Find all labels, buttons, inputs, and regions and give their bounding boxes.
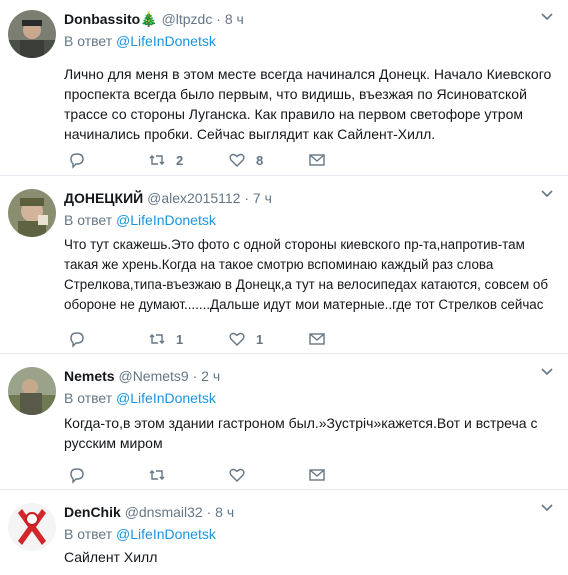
like-button[interactable]: 1: [228, 330, 308, 348]
dm-button[interactable]: [308, 151, 388, 169]
reply-context: В ответ @LifeInDonetsk: [64, 32, 552, 50]
tweet-content: DenChik @dnsmail32 · 8 ч В ответ @LifeIn…: [64, 503, 552, 567]
retweet-button[interactable]: 2: [148, 151, 228, 169]
like-button[interactable]: 8: [228, 151, 308, 169]
retweet-button[interactable]: 1: [148, 330, 228, 348]
like-icon: [229, 468, 245, 482]
retweet-button[interactable]: [148, 466, 228, 484]
tweet-actions: 1 1: [68, 329, 388, 349]
reply-button[interactable]: [68, 151, 148, 169]
timestamp[interactable]: 8 ч: [215, 504, 234, 520]
timestamp[interactable]: 8 ч: [225, 11, 244, 27]
reply-context: В ответ @LifeInDonetsk: [64, 525, 552, 543]
separator: ·: [244, 190, 250, 206]
tweet-text: Что тут скажешь.Это фото с одной стороны…: [64, 237, 549, 312]
tweet-header: Nemets @Nemets9 · 2 ч: [64, 367, 552, 385]
display-name[interactable]: DenChik: [64, 504, 121, 520]
like-count: 8: [256, 152, 264, 168]
like-icon: [229, 153, 245, 167]
display-name[interactable]: Donbassito🎄: [64, 11, 158, 27]
retweet-icon: [149, 155, 165, 165]
avatar[interactable]: [8, 189, 56, 237]
reply-prefix: В ответ: [64, 390, 113, 406]
avatar[interactable]: [8, 10, 56, 58]
timestamp[interactable]: 2 ч: [201, 368, 220, 384]
retweet-count: 1: [176, 331, 184, 347]
tweet-header: Donbassito🎄 @ltpzdc · 8 ч: [64, 10, 552, 28]
dm-button[interactable]: [308, 466, 388, 484]
reply-context: В ответ @LifeInDonetsk: [64, 389, 552, 407]
display-name[interactable]: ДОНЕЦКИЙ: [64, 190, 143, 206]
dm-icon: [309, 154, 325, 166]
reply-icon: [70, 153, 84, 169]
tweet-actions: [68, 465, 388, 485]
reply-to-link[interactable]: @LifeInDonetsk: [116, 33, 216, 49]
reply-button[interactable]: [68, 330, 148, 348]
reply-prefix: В ответ: [64, 212, 113, 228]
reply-prefix: В ответ: [64, 526, 113, 542]
reply-to-link[interactable]: @LifeInDonetsk: [116, 212, 216, 228]
timestamp[interactable]: 7 ч: [253, 190, 272, 206]
tweet[interactable]: Nemets @Nemets9 · 2 ч В ответ @LifeInDon…: [0, 355, 568, 490]
tweet-header: DenChik @dnsmail32 · 8 ч: [64, 503, 552, 521]
dm-icon: [309, 333, 325, 345]
avatar[interactable]: [8, 503, 56, 551]
user-handle[interactable]: @dnsmail32: [125, 504, 203, 520]
separator: ·: [192, 368, 198, 384]
tweet-text: Когда-то,в этом здании гастроном был.»Зу…: [64, 415, 538, 451]
tweet-text: Сайлент Хилл: [64, 549, 158, 565]
tweet-actions: 2 8: [68, 150, 388, 170]
reply-prefix: В ответ: [64, 33, 113, 49]
user-handle[interactable]: @Nemets9: [118, 368, 188, 384]
reply-icon: [70, 468, 84, 484]
reply-button[interactable]: [68, 466, 148, 484]
user-handle[interactable]: @ltpzdc: [162, 11, 213, 27]
reply-context: В ответ @LifeInDonetsk: [64, 211, 552, 229]
tweet-text: Лично для меня в этом месте всегда начин…: [64, 66, 552, 142]
tweet[interactable]: DenChik @dnsmail32 · 8 ч В ответ @LifeIn…: [0, 491, 568, 575]
like-icon: [229, 332, 245, 346]
avatar[interactable]: [8, 367, 56, 415]
tweet-header: ДОНЕЦКИЙ @alex2015112 · 7 ч: [64, 189, 552, 207]
tweet[interactable]: ДОНЕЦКИЙ @alex2015112 · 7 ч В ответ @Lif…: [0, 177, 568, 354]
tweet-content: ДОНЕЦКИЙ @alex2015112 · 7 ч В ответ @Lif…: [64, 189, 552, 315]
reply-icon: [70, 332, 84, 348]
like-count: 1: [256, 331, 264, 347]
separator: ·: [216, 11, 221, 27]
reply-to-link[interactable]: @LifeInDonetsk: [116, 390, 216, 406]
retweet-icon: [149, 334, 165, 344]
dm-button[interactable]: [308, 330, 388, 348]
dm-icon: [309, 469, 325, 481]
like-button[interactable]: [228, 466, 308, 484]
tweet-content: Nemets @Nemets9 · 2 ч В ответ @LifeInDon…: [64, 367, 552, 453]
display-name[interactable]: Nemets: [64, 368, 115, 384]
reply-to-link[interactable]: @LifeInDonetsk: [116, 526, 216, 542]
tweet-content: Donbassito🎄 @ltpzdc · 8 ч В ответ @LifeI…: [64, 10, 552, 144]
retweet-count: 2: [176, 152, 184, 168]
separator: ·: [206, 504, 212, 520]
user-handle[interactable]: @alex2015112: [147, 190, 240, 206]
retweet-icon: [149, 470, 165, 480]
tweet[interactable]: Donbassito🎄 @ltpzdc · 8 ч В ответ @LifeI…: [0, 0, 568, 176]
